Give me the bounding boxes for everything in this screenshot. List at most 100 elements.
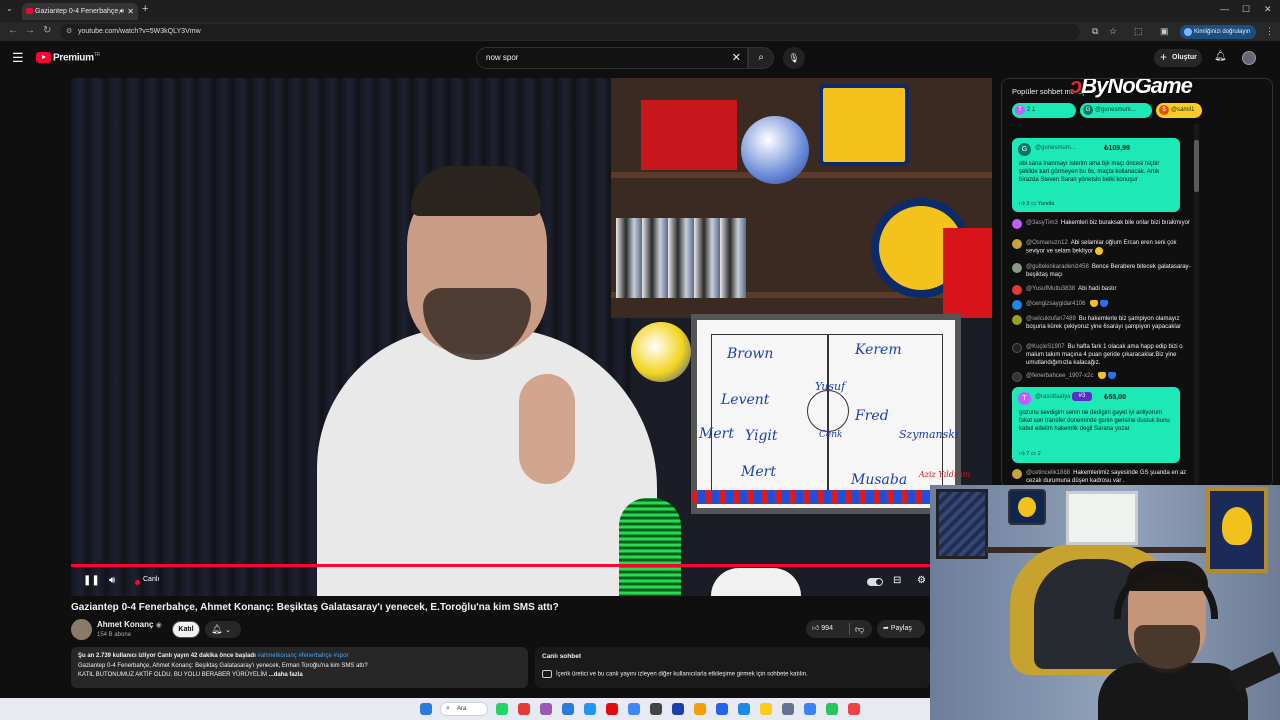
search-button[interactable]: ⌕: [748, 47, 774, 69]
board-word: Kerem: [855, 342, 902, 358]
forward-button[interactable]: →: [25, 25, 35, 36]
autoplay-toggle[interactable]: [867, 578, 883, 586]
search-icon: ⌕: [446, 705, 450, 712]
browser-menu-icon[interactable]: ⋮: [1265, 26, 1274, 37]
hamburger-menu-icon[interactable]: ☰: [12, 50, 24, 66]
avatar: [1012, 285, 1022, 295]
sidebar-icon[interactable]: ▣: [1160, 26, 1169, 37]
superchat-text: gozunu sevdigim senin ne dedigini gayet …: [1019, 410, 1170, 433]
show-more-link[interactable]: ...daha fazla: [269, 672, 303, 678]
superchat-author[interactable]: @rasottaalya: [1035, 394, 1070, 400]
join-button[interactable]: Katıl: [172, 621, 200, 638]
bell-icon: 🔔︎: [211, 624, 223, 634]
tab-title: Gaziantep 0-4 Fenerbahçe,: [35, 8, 121, 15]
taskbar-app-icon[interactable]: [650, 703, 662, 715]
chat-scrollbar[interactable]: [1194, 124, 1199, 484]
taskbar-app-icon[interactable]: [540, 703, 552, 715]
volleyball-picture: [631, 322, 691, 382]
address-bar[interactable]: ⚙ youtube.com/watch?v=5W3kQLY3Vmw: [60, 24, 1080, 40]
chat-scrollbar-thumb[interactable]: [1194, 140, 1199, 192]
extensions-icon[interactable]: ⬚: [1134, 26, 1143, 37]
chat-bubble-icon: [542, 670, 552, 678]
channel-name[interactable]: Ahmet Konanç ◉: [97, 620, 162, 629]
ticker-item[interactable]: G @gunesmum...: [1080, 103, 1152, 118]
taskbar-app-icon[interactable]: [518, 703, 530, 715]
taskbar-app-icon[interactable]: [826, 703, 838, 715]
windows-start-icon[interactable]: [420, 703, 432, 715]
video-player[interactable]: Brown Kerem Levent Yusuf Fred Szymanski …: [71, 78, 992, 596]
live-chat-heading: Canlı sohbet: [542, 653, 582, 660]
taskbar-app-icon[interactable]: [782, 703, 794, 715]
search-input[interactable]: now spor ✕: [476, 47, 748, 69]
settings-gear-icon[interactable]: ⚙: [917, 575, 926, 586]
maximize-button[interactable]: ☐: [1242, 4, 1250, 15]
bookmark-star-icon[interactable]: ☆: [1109, 26, 1117, 37]
browser-tab-active[interactable]: Gaziantep 0-4 Fenerbahçe, 🔊︎ ✕: [22, 3, 138, 20]
channel-avatar[interactable]: [71, 619, 92, 640]
reply-button[interactable]: Yanıtla: [1038, 201, 1055, 207]
taskbar-app-icon[interactable]: [716, 703, 728, 715]
taskbar-app-icon[interactable]: [562, 703, 574, 715]
notifications-bell-icon[interactable]: 🔔︎: [1214, 51, 1227, 62]
board-word: Levent: [721, 392, 770, 408]
taskbar-search[interactable]: ⌕ Ara: [440, 702, 488, 716]
dislike-button[interactable]: 👎︎: [855, 620, 864, 638]
shelf: [611, 172, 992, 178]
description-line: Gaziantep 0-4 Fenerbahçe, Ahmet Konanç: …: [78, 662, 368, 669]
youtube-premium-logo[interactable]: PremiumTR: [53, 52, 100, 63]
reload-button[interactable]: ↻: [43, 25, 51, 36]
avatar: [1012, 263, 1022, 273]
tab-search-icon[interactable]: ⌄: [6, 4, 13, 13]
subscription-bell-button[interactable]: 🔔︎ ⌄: [205, 621, 241, 638]
back-button[interactable]: ←: [8, 25, 18, 36]
bynogame-overlay-logo: ↄByNoGame: [1070, 78, 1193, 98]
pause-icon[interactable]: ❚❚: [83, 575, 100, 586]
window-close-button[interactable]: ✕: [1264, 4, 1272, 15]
create-button[interactable]: + Oluştur: [1154, 49, 1202, 67]
taskbar-app-icon[interactable]: [672, 703, 684, 715]
superchat-author[interactable]: @gunesmum...: [1035, 145, 1076, 151]
ticker-item[interactable]: T2 1: [1012, 103, 1076, 118]
ticker-item[interactable]: $ @samil1: [1156, 103, 1202, 118]
reply-icon: ▭: [1030, 201, 1037, 207]
description-line: KATIL BUTONUMUZ AKTİF OLDU. BU YOLU BERA…: [78, 672, 268, 678]
taskbar-app-icon[interactable]: [738, 703, 750, 715]
new-tab-button[interactable]: +: [142, 3, 148, 15]
taskbar-app-icon[interactable]: [760, 703, 772, 715]
yellow-heart-icon: [1090, 300, 1099, 307]
install-app-icon[interactable]: ⧉: [1092, 26, 1098, 37]
taskbar-app-icon[interactable]: [848, 703, 860, 715]
superchat-message[interactable]: T @rasottaalya #3 ₺55,00 gozunu sevdigim…: [1012, 387, 1180, 463]
tab-close-icon[interactable]: ✕: [127, 3, 134, 20]
tactics-whiteboard: Brown Kerem Levent Yusuf Fred Szymanski …: [691, 314, 970, 514]
smile-emoji-icon: [1094, 247, 1103, 255]
minimize-button[interactable]: —: [1220, 4, 1229, 14]
taskbar-app-icon[interactable]: [628, 703, 640, 715]
voice-search-button[interactable]: 🎙︎: [783, 47, 805, 69]
live-chat-join-box[interactable]: Canlı sohbet İçerik üretici ve bu canlı …: [535, 647, 930, 688]
taskbar-app-icon[interactable]: [804, 703, 816, 715]
volume-icon[interactable]: 🔊︎: [109, 575, 115, 586]
youtube-logo-icon[interactable]: [36, 52, 51, 63]
reply-icon: ▭: [1030, 451, 1037, 457]
site-info-icon[interactable]: ⚙: [66, 24, 72, 40]
taskbar-app-icon[interactable]: [496, 703, 508, 715]
like-button[interactable]: 👍︎ 994: [812, 625, 833, 632]
taskbar-app-icon[interactable]: [694, 703, 706, 715]
subtitles-icon[interactable]: ⊟: [893, 575, 901, 586]
speaker-icon[interactable]: 🔊︎: [120, 3, 124, 20]
profile-verify-button[interactable]: Kimliğinizi doğrulayın: [1180, 25, 1256, 39]
taskbar-app-icon[interactable]: [584, 703, 596, 715]
share-button[interactable]: ➦ Paylaş: [877, 620, 925, 638]
avatar: T: [1018, 392, 1031, 405]
live-label[interactable]: Canlı: [143, 576, 159, 583]
superchat-message[interactable]: G @gunesmum... ₺109,99 abi sana inanmayı…: [1012, 138, 1180, 212]
browser-toolbar: ← → ↻ ⚙ youtube.com/watch?v=5W3kQLY3Vmw …: [0, 22, 1280, 42]
avatar: [1012, 239, 1022, 249]
taskbar-app-icon[interactable]: [606, 703, 618, 715]
account-avatar[interactable]: [1242, 51, 1256, 65]
description-box[interactable]: Şu an 2.739 kullanıcı izliyor Canlı yayı…: [71, 647, 528, 688]
fenerbahce-logo-picture: [819, 84, 909, 166]
clear-search-icon[interactable]: ✕: [732, 48, 741, 68]
superchat-likes: 👍︎ 3 ▭ Yanıtla: [1019, 201, 1055, 207]
